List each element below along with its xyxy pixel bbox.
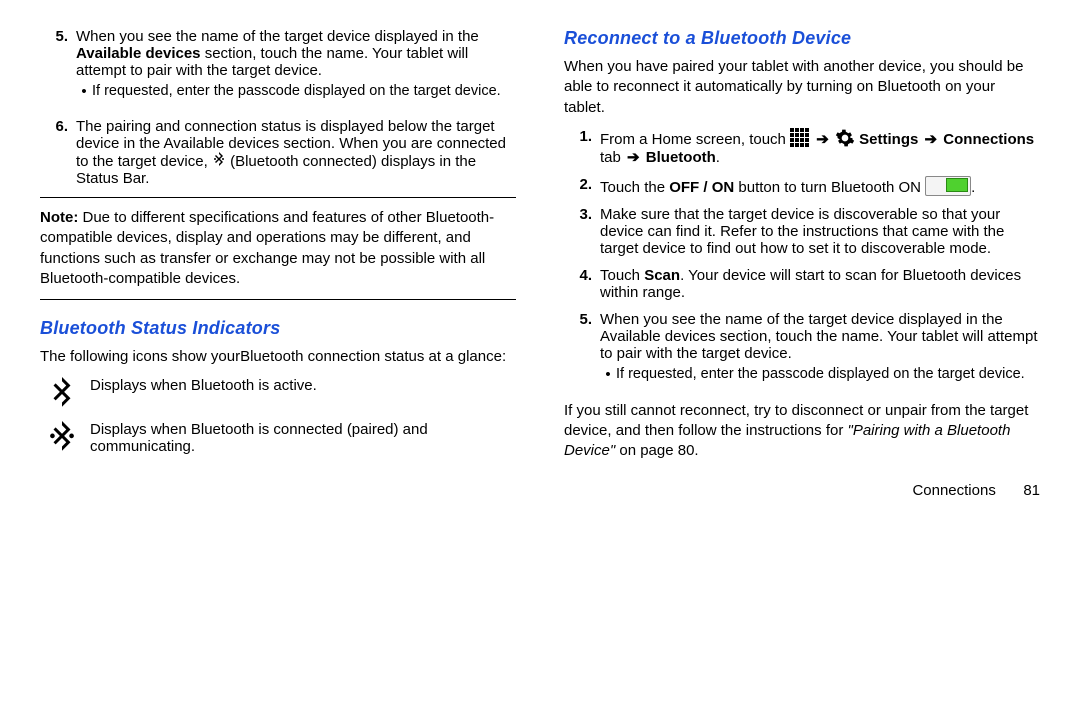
reconnect-intro: When you have paired your tablet with an… xyxy=(564,57,1040,118)
step-4-right: 4. Touch Scan. Your device will start to… xyxy=(564,267,1040,301)
step-body: Make sure that the target device is disc… xyxy=(600,206,1040,257)
indicators-intro: The following icons show yourBluetooth c… xyxy=(40,347,516,367)
step-body: From a Home screen, touch ➔ Settings ➔ C… xyxy=(600,128,1040,166)
indicator-row-active: Displays when Bluetooth is active. xyxy=(48,377,516,411)
step-body: When you see the name of the target devi… xyxy=(600,311,1040,391)
divider xyxy=(40,299,516,300)
step-1-right: 1. From a Home screen, touch ➔ Settings xyxy=(564,128,1040,166)
sub-bullet: • If requested, enter the passcode displ… xyxy=(76,83,516,100)
indicator-text: Displays when Bluetooth is active. xyxy=(90,377,516,394)
toggle-on-icon xyxy=(925,176,971,196)
text: on page 80. xyxy=(615,442,698,459)
sub-bullet: • If requested, enter the passcode displ… xyxy=(600,366,1040,383)
apps-grid-icon xyxy=(790,128,810,148)
text: Touch the xyxy=(600,179,669,196)
step-6-left: 6. The pairing and connection status is … xyxy=(40,118,516,187)
footer-section: Connections xyxy=(912,482,995,499)
indicator-text: Displays when Bluetooth is connected (pa… xyxy=(90,421,516,455)
page-footer: Connections 81 xyxy=(564,482,1040,499)
right-column: Reconnect to a Bluetooth Device When you… xyxy=(564,28,1040,710)
arrow-icon: ➔ xyxy=(625,149,642,166)
outro-paragraph: If you still cannot reconnect, try to di… xyxy=(564,401,1040,462)
step-3-right: 3. Make sure that the target device is d… xyxy=(564,206,1040,257)
text: . xyxy=(716,149,720,166)
note-label: Note: xyxy=(40,209,78,226)
left-column: 5. When you see the name of the target d… xyxy=(40,28,516,710)
bold-connections: Connections xyxy=(943,131,1034,148)
step-body: The pairing and connection status is dis… xyxy=(76,118,516,187)
step-body: Touch Scan. Your device will start to sc… xyxy=(600,267,1040,301)
step-number: 1. xyxy=(564,128,600,166)
step-number: 4. xyxy=(564,267,600,301)
text: . xyxy=(971,179,975,196)
divider xyxy=(40,197,516,198)
bold-bluetooth: Bluetooth xyxy=(646,149,716,166)
text: tab xyxy=(600,149,625,166)
step-number: 2. xyxy=(564,176,600,196)
heading-reconnect: Reconnect to a Bluetooth Device xyxy=(564,28,1040,49)
heading-bluetooth-status-indicators: Bluetooth Status Indicators xyxy=(40,318,516,339)
bold-available-devices: Available devices xyxy=(76,45,201,62)
bold-settings: Settings xyxy=(859,131,918,148)
bold-scan: Scan xyxy=(644,267,680,284)
step-number: 5. xyxy=(564,311,600,391)
text: button to turn Bluetooth ON xyxy=(734,179,925,196)
bluetooth-connected-icon xyxy=(48,421,76,455)
text: When you see the name of the target devi… xyxy=(600,311,1037,362)
note-block: Note: Due to different specifications an… xyxy=(40,208,516,289)
step-5-right: 5. When you see the name of the target d… xyxy=(564,311,1040,391)
text: When you see the name of the target devi… xyxy=(76,28,479,45)
arrow-icon: ➔ xyxy=(814,131,831,148)
bullet-text: If requested, enter the passcode display… xyxy=(616,366,1040,383)
step-number: 5. xyxy=(40,28,76,108)
indicator-row-connected: Displays when Bluetooth is connected (pa… xyxy=(48,421,516,455)
step-2-right: 2. Touch the OFF / ON button to turn Blu… xyxy=(564,176,1040,196)
footer-page-number: 81 xyxy=(1000,482,1040,499)
text: From a Home screen, touch xyxy=(600,131,790,148)
gear-icon xyxy=(835,128,855,148)
step-body: When you see the name of the target devi… xyxy=(76,28,516,108)
step-5-left: 5. When you see the name of the target d… xyxy=(40,28,516,108)
step-number: 3. xyxy=(564,206,600,257)
bullet-dot: • xyxy=(76,83,92,100)
bullet-dot: • xyxy=(600,366,616,383)
step-body: Touch the OFF / ON button to turn Blueto… xyxy=(600,176,1040,196)
note-text: Due to different specifications and feat… xyxy=(40,209,494,287)
bullet-text: If requested, enter the passcode display… xyxy=(92,83,516,100)
arrow-icon: ➔ xyxy=(923,131,940,148)
bluetooth-connected-icon xyxy=(212,152,226,168)
bluetooth-icon xyxy=(48,377,76,411)
text: Touch xyxy=(600,267,644,284)
step-number: 6. xyxy=(40,118,76,187)
bold-off-on: OFF / ON xyxy=(669,179,734,196)
